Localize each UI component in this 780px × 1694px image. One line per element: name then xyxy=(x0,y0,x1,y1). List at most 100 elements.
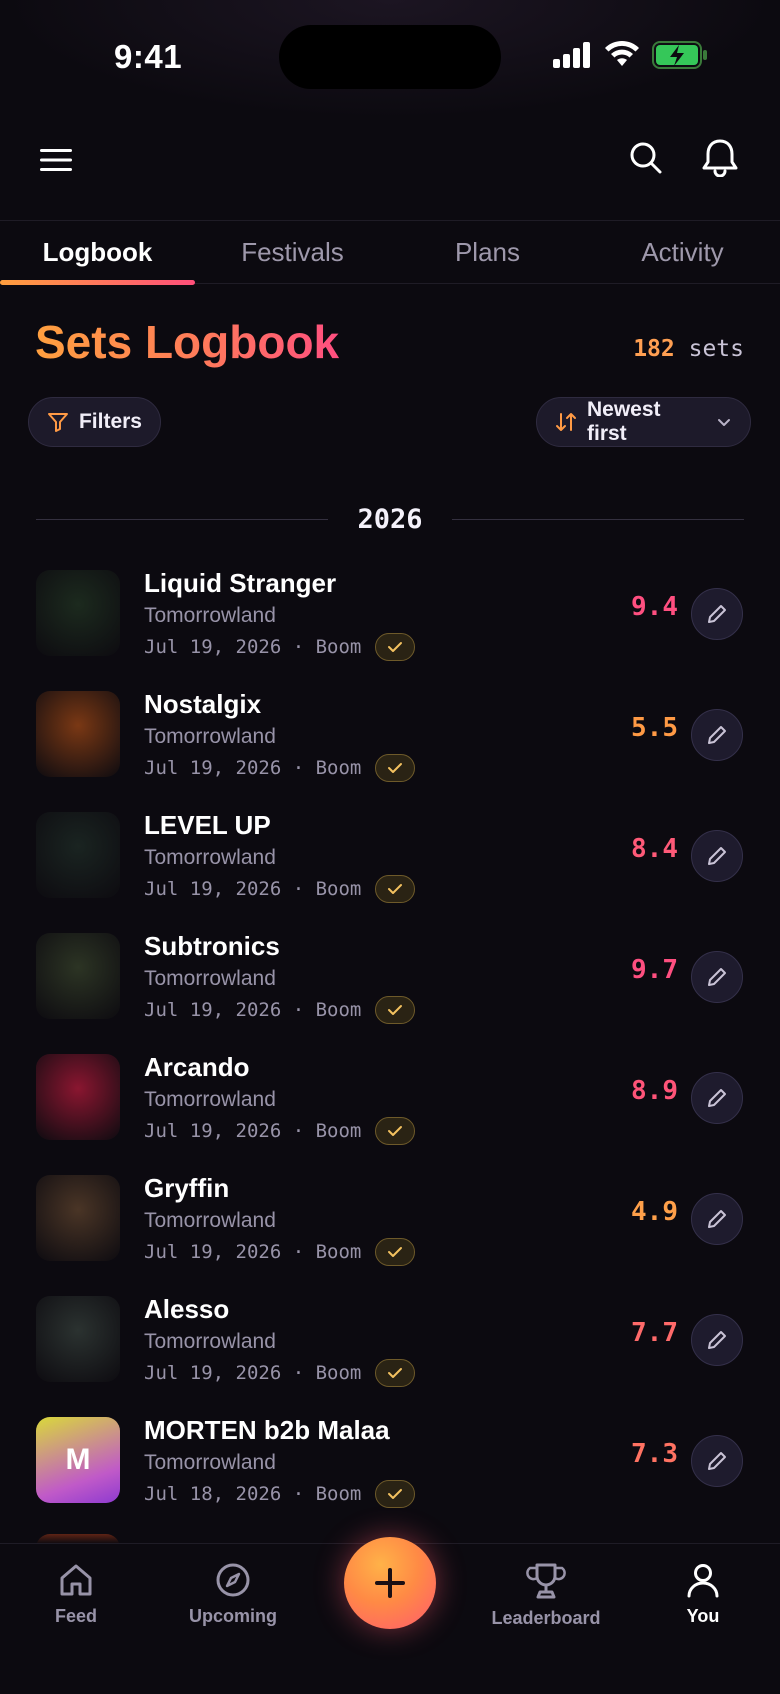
artist-avatar xyxy=(36,1175,120,1261)
meta-separator: · xyxy=(281,636,316,658)
edit-button[interactable] xyxy=(691,709,743,761)
artist-avatar xyxy=(36,812,120,898)
pencil-icon xyxy=(708,726,726,744)
tab-plans[interactable]: Plans xyxy=(390,221,585,284)
set-score: 7.3 xyxy=(631,1439,678,1469)
artist-avatar xyxy=(36,691,120,777)
set-date: Jul 19, 2026 xyxy=(144,1241,282,1263)
edit-button[interactable] xyxy=(691,1072,743,1124)
artist-name: MORTEN b2b Malaa xyxy=(144,1415,390,1445)
set-score: 4.9 xyxy=(631,1197,678,1227)
attended-badge xyxy=(375,633,416,661)
search-button[interactable] xyxy=(624,136,668,180)
artist-name: Nostalgix xyxy=(144,689,262,719)
set-row[interactable]: Gryffin Tomorrowland Jul 19, 2026 · Boom… xyxy=(0,1165,780,1285)
notifications-button[interactable] xyxy=(697,134,743,180)
edit-button[interactable] xyxy=(691,588,743,640)
sort-dropdown[interactable]: Newest first xyxy=(536,397,751,447)
chevron-down-icon xyxy=(718,419,731,426)
set-date: Jul 19, 2026 xyxy=(144,878,282,900)
search-icon xyxy=(630,142,662,174)
set-date: Jul 19, 2026 xyxy=(144,1362,282,1384)
pencil-icon xyxy=(708,605,726,623)
set-score: 9.4 xyxy=(631,592,678,622)
bell-icon xyxy=(702,139,738,177)
cellular-signal-icon xyxy=(553,42,590,68)
active-tab-indicator xyxy=(0,280,195,285)
tab-bar: Logbook Festivals Plans Activity xyxy=(0,220,780,285)
festival-name: Tomorrowland xyxy=(144,725,276,748)
festival-name: Tomorrowland xyxy=(144,967,276,990)
set-row[interactable]: Alesso Tomorrowland Jul 19, 2026 · Boom … xyxy=(0,1286,780,1406)
artist-name: Arcando xyxy=(144,1052,250,1082)
hamburger-menu-icon xyxy=(40,149,72,171)
set-row[interactable]: Arcando Tomorrowland Jul 19, 2026 · Boom… xyxy=(0,1044,780,1164)
tab-festivals[interactable]: Festivals xyxy=(195,221,390,284)
stage-name: Boom xyxy=(315,878,362,900)
check-icon xyxy=(388,763,403,773)
set-meta: Jul 19, 2026 · Boom xyxy=(144,875,416,903)
meta-separator: · xyxy=(281,1483,316,1505)
tab-activity[interactable]: Activity xyxy=(585,221,780,284)
set-count-number: 182 xyxy=(633,336,675,362)
nav-upcoming-label: Upcoming xyxy=(189,1606,277,1626)
set-score: 8.9 xyxy=(631,1076,678,1106)
avatar-letter: M xyxy=(65,1443,91,1476)
edit-button[interactable] xyxy=(691,830,743,882)
tab-festivals-label: Festivals xyxy=(241,237,344,267)
edit-button[interactable] xyxy=(691,1193,743,1245)
set-row[interactable]: Liquid Stranger Tomorrowland Jul 19, 202… xyxy=(0,560,780,680)
status-time: 9:41 xyxy=(114,38,183,75)
nav-you-label: You xyxy=(686,1606,720,1626)
set-row[interactable]: Subtronics Tomorrowland Jul 19, 2026 · B… xyxy=(0,923,780,1043)
stage-name: Boom xyxy=(315,757,362,779)
filter-icon xyxy=(47,413,68,432)
tab-logbook-label: Logbook xyxy=(42,237,153,267)
meta-separator: · xyxy=(281,1241,316,1263)
attended-badge xyxy=(375,875,416,903)
check-icon xyxy=(388,1368,403,1378)
nav-leaderboard-label: Leaderboard xyxy=(491,1608,601,1628)
set-score: 7.7 xyxy=(631,1318,678,1348)
stage-name: Boom xyxy=(315,1241,362,1263)
home-icon xyxy=(60,1564,92,1596)
nav-feed[interactable]: Feed xyxy=(6,1562,146,1627)
edit-button[interactable] xyxy=(691,951,743,1003)
attended-badge xyxy=(375,754,416,782)
check-icon xyxy=(388,1126,403,1136)
set-meta: Jul 19, 2026 · Boom xyxy=(144,1117,416,1145)
page-title: Sets Logbook xyxy=(35,316,340,368)
artist-avatar xyxy=(36,570,120,656)
stage-name: Boom xyxy=(315,1483,362,1505)
set-row[interactable]: LEVEL UP Tomorrowland Jul 19, 2026 · Boo… xyxy=(0,802,780,922)
set-row[interactable]: M MORTEN b2b Malaa Tomorrowland Jul 18, … xyxy=(0,1407,780,1527)
compass-icon xyxy=(216,1563,250,1597)
nav-leaderboard[interactable]: Leaderboard xyxy=(476,1562,616,1629)
edit-button[interactable] xyxy=(691,1314,743,1366)
divider-line-right xyxy=(452,519,744,520)
nav-upcoming[interactable]: Upcoming xyxy=(163,1562,303,1627)
tab-logbook[interactable]: Logbook xyxy=(0,221,195,285)
festival-name: Tomorrowland xyxy=(144,1088,276,1111)
set-meta: Jul 19, 2026 · Boom xyxy=(144,754,416,782)
menu-button[interactable] xyxy=(34,138,78,182)
nav-you[interactable]: You xyxy=(633,1562,773,1627)
filters-button[interactable]: Filters xyxy=(28,397,161,447)
set-meta: Jul 19, 2026 · Boom xyxy=(144,1238,416,1266)
check-icon xyxy=(388,1247,403,1257)
add-set-button[interactable] xyxy=(344,1537,436,1629)
stage-name: Boom xyxy=(315,1362,362,1384)
set-row[interactable]: Nostalgix Tomorrowland Jul 19, 2026 · Bo… xyxy=(0,681,780,801)
edit-button[interactable] xyxy=(691,1435,743,1487)
artist-avatar xyxy=(36,933,120,1019)
battery-charging-icon xyxy=(652,41,707,69)
set-date: Jul 19, 2026 xyxy=(144,757,282,779)
stage-name: Boom xyxy=(315,1120,362,1142)
pencil-icon xyxy=(708,1089,726,1107)
artist-avatar xyxy=(36,1296,120,1382)
stage-name: Boom xyxy=(315,636,362,658)
pencil-icon xyxy=(708,847,726,865)
set-date: Jul 19, 2026 xyxy=(144,636,282,658)
set-meta: Jul 19, 2026 · Boom xyxy=(144,1359,416,1387)
check-icon xyxy=(388,1005,403,1015)
